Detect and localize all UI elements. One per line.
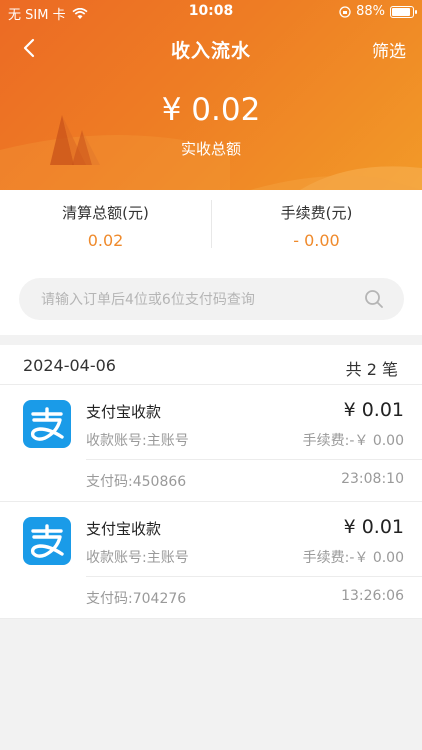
transaction-list: 2024-04-06 共 2 笔 支付宝收款 收款账号:主账号 ¥ 0.01 手… bbox=[0, 345, 422, 619]
battery-percent: 88% bbox=[356, 4, 385, 19]
alipay-logo-icon bbox=[23, 400, 71, 448]
summary-panel: 清算总额(元) 0.02 手续费(元) - 0.00 bbox=[0, 190, 422, 260]
transaction-title: 支付宝收款 bbox=[86, 520, 162, 538]
transaction-fee: 手续费:-￥ 0.00 bbox=[302, 433, 404, 449]
search-input[interactable]: 请输入订单后4位或6位支付码查询 bbox=[19, 278, 404, 320]
total-amount: ¥ 0.02 bbox=[161, 92, 261, 128]
transaction-title: 支付宝收款 bbox=[86, 403, 162, 421]
transaction-amount: ¥ 0.01 bbox=[343, 399, 404, 421]
settle-total-value: 0.02 bbox=[87, 231, 124, 250]
transaction-pay-code: 支付码:450866 bbox=[86, 474, 187, 490]
filter-button[interactable]: 筛选 bbox=[372, 37, 406, 62]
transaction-time: 23:08:10 bbox=[341, 471, 404, 487]
settle-total-label: 清算总额(元) bbox=[62, 204, 149, 222]
transaction-item[interactable]: 支付宝收款 收款账号:主账号 ¥ 0.01 手续费:-￥ 0.00 支付码:45… bbox=[0, 385, 422, 502]
page-title: 收入流水 bbox=[170, 40, 251, 62]
date-group-header: 2024-04-06 共 2 笔 bbox=[0, 345, 422, 385]
fee-total: 手续费(元) - 0.00 bbox=[211, 202, 422, 250]
nav-bar: 收入流水 筛选 bbox=[0, 30, 422, 66]
status-bar: 无 SIM 卡 10:08 88% bbox=[0, 0, 422, 24]
orientation-lock-icon bbox=[339, 5, 351, 18]
group-date: 2024-04-06 bbox=[23, 356, 116, 375]
transaction-time: 13:26:06 bbox=[341, 588, 404, 604]
search-placeholder: 请输入订单后4位或6位支付码查询 bbox=[41, 292, 255, 308]
transaction-pay-code: 支付码:704276 bbox=[86, 591, 187, 607]
transaction-item[interactable]: 支付宝收款 收款账号:主账号 ¥ 0.01 手续费:-￥ 0.00 支付码:70… bbox=[0, 502, 422, 619]
transaction-account: 收款账号:主账号 bbox=[86, 550, 189, 566]
fee-total-label: 手续费(元) bbox=[280, 204, 353, 222]
search-section: 请输入订单后4位或6位支付码查询 bbox=[0, 260, 422, 335]
transaction-fee: 手续费:-￥ 0.00 bbox=[302, 550, 404, 566]
transaction-account: 收款账号:主账号 bbox=[86, 433, 189, 449]
group-count: 共 2 笔 bbox=[345, 360, 398, 379]
alipay-logo-icon bbox=[23, 517, 71, 565]
transaction-amount: ¥ 0.01 bbox=[343, 516, 404, 538]
item-divider bbox=[86, 576, 422, 577]
search-icon[interactable] bbox=[364, 289, 384, 309]
settle-total: 清算总额(元) 0.02 bbox=[0, 202, 211, 250]
item-divider bbox=[86, 459, 422, 460]
total-amount-label: 实收总额 bbox=[180, 140, 241, 158]
battery-icon bbox=[390, 5, 417, 18]
header-banner: 无 SIM 卡 10:08 88% 收入流水 筛选 ¥ 0.02 实收总额 bbox=[0, 0, 422, 190]
fee-total-value: - 0.00 bbox=[293, 231, 340, 250]
